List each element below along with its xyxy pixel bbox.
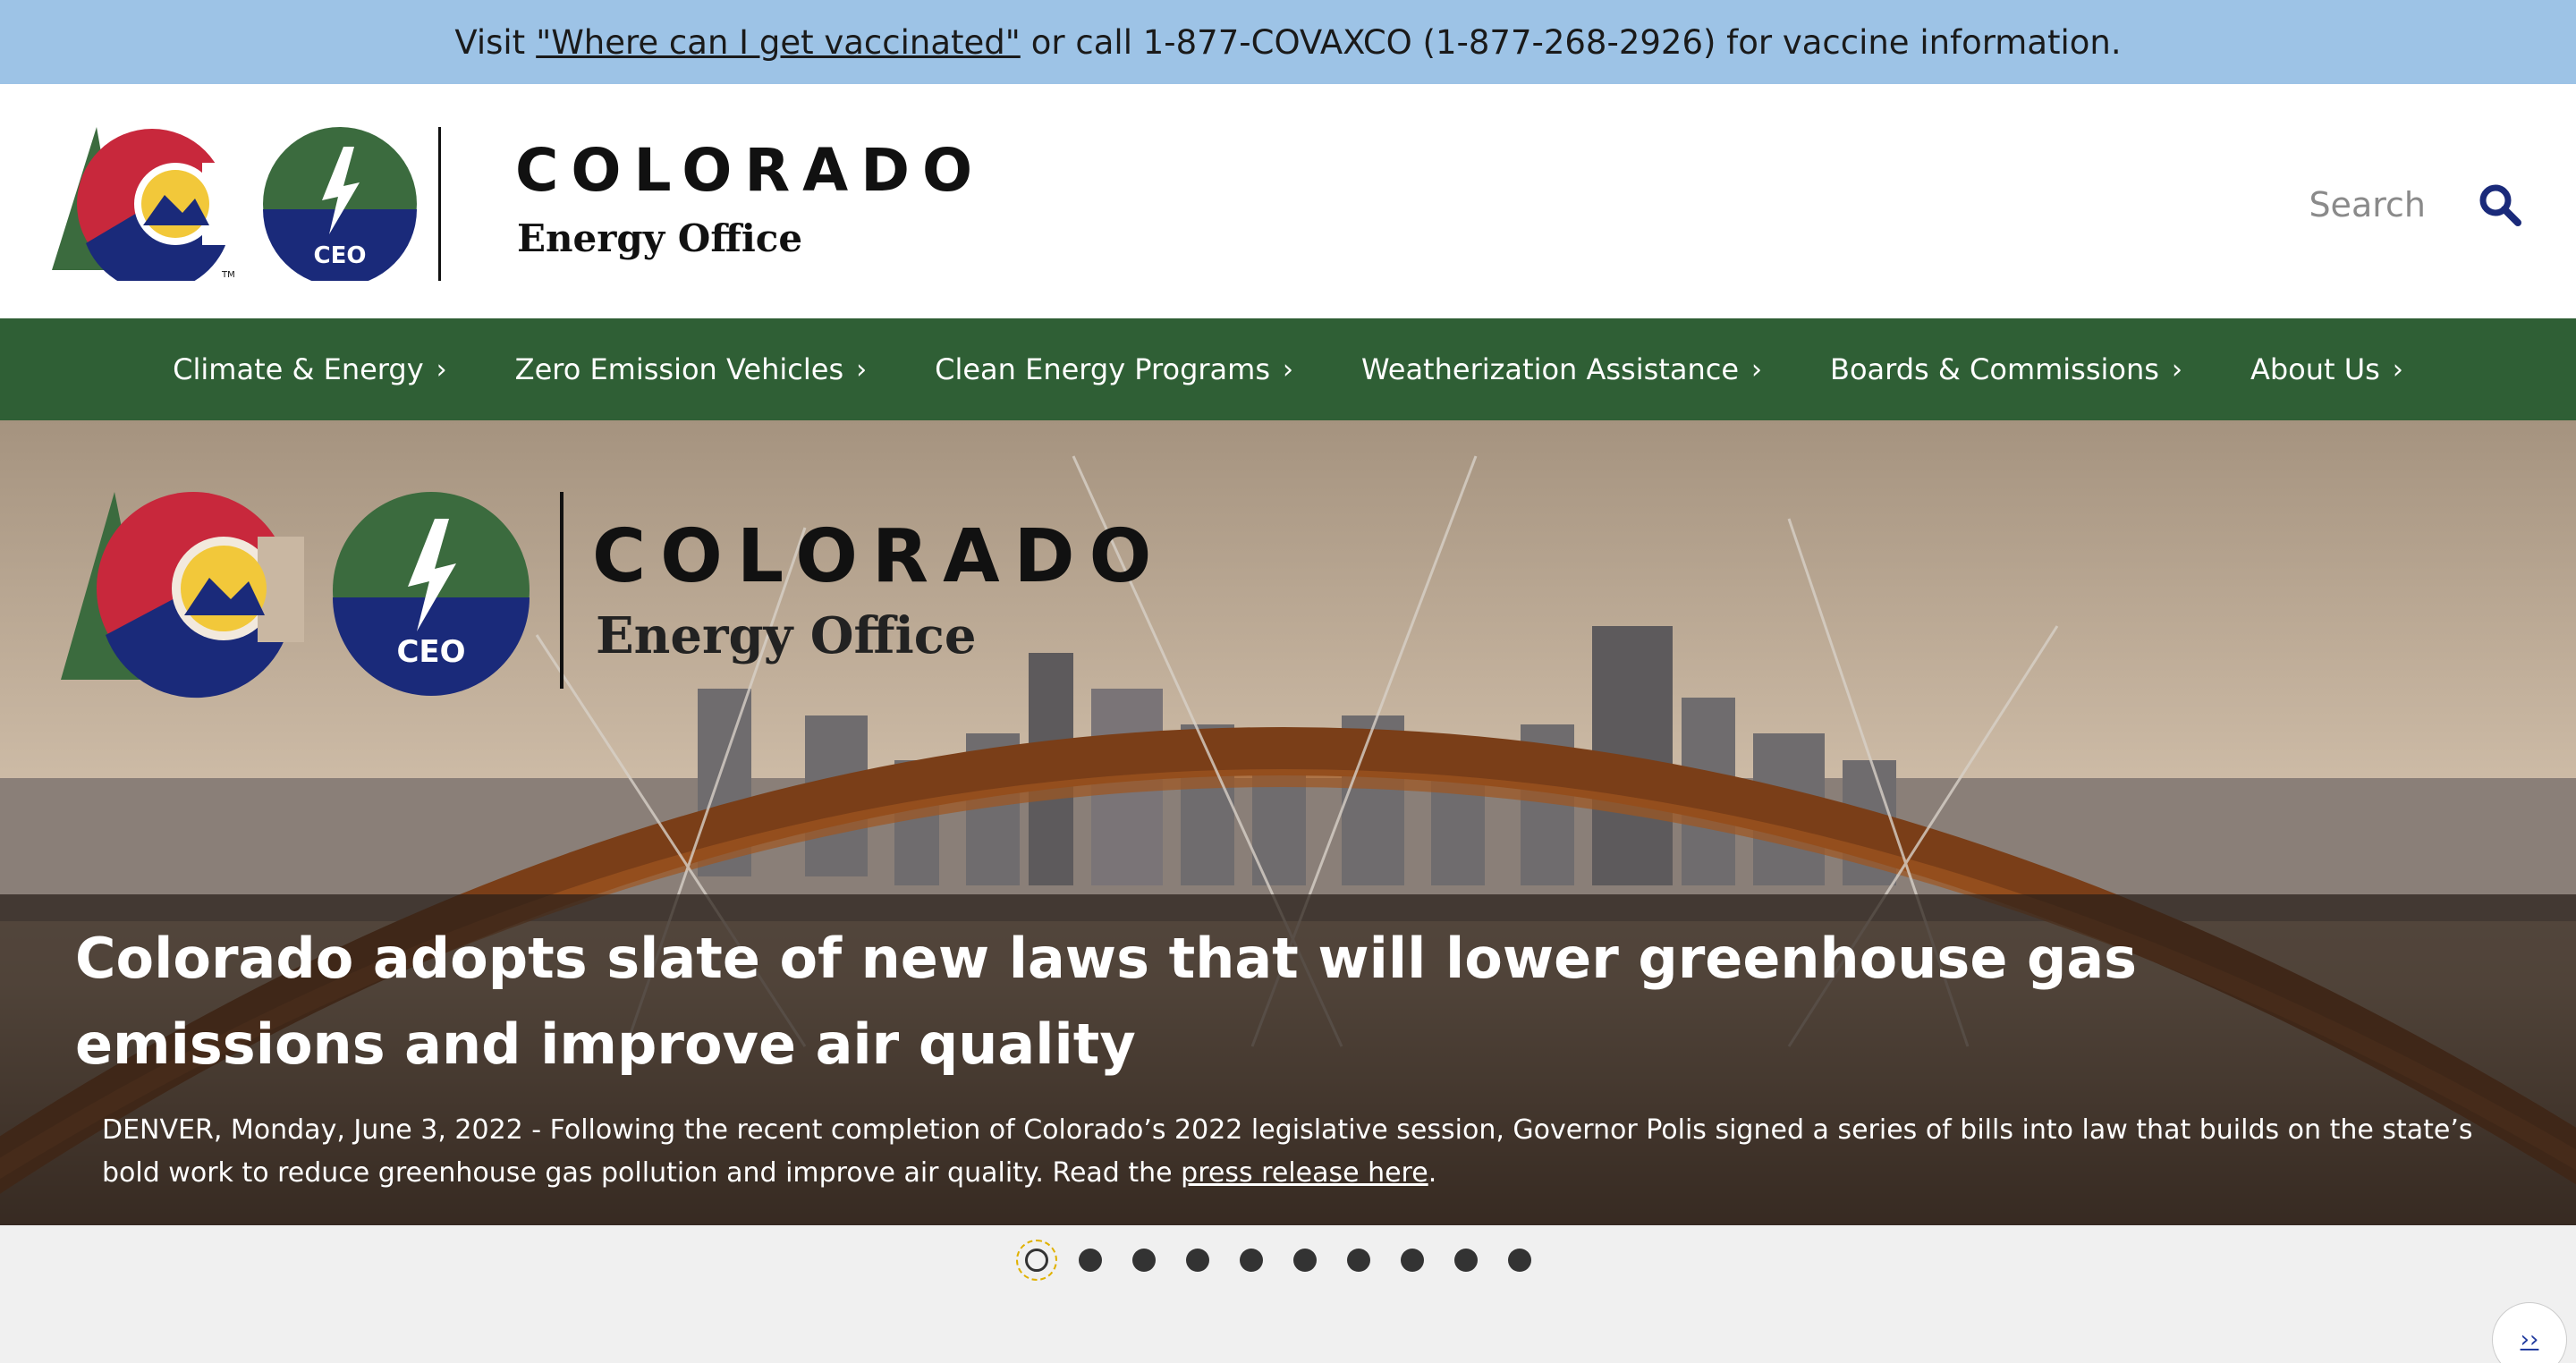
main-navigation: Climate & Energy › Zero Emission Vehicle… — [0, 318, 2576, 420]
chevron-right-icon: › — [1751, 353, 1762, 385]
nav-climate-energy[interactable]: Climate & Energy › — [139, 352, 480, 386]
carousel-dot-10[interactable] — [1508, 1249, 1531, 1272]
carousel-controls: ›› — [0, 1225, 2576, 1363]
press-release-link[interactable]: press release here — [1181, 1157, 1428, 1189]
hero-brand-subtitle: Energy Office — [596, 606, 976, 665]
slide-caption: Colorado adopts slate of new laws that w… — [0, 894, 2576, 1225]
chevron-right-icon: › — [856, 353, 868, 385]
slide-body-period: . — [1428, 1157, 1437, 1189]
chevron-right-icon: › — [1282, 353, 1293, 385]
nav-label: About Us — [2250, 352, 2380, 386]
search-input[interactable] — [2211, 185, 2426, 224]
vaccine-alert-banner: Visit "Where can I get vaccinated" or ca… — [0, 0, 2576, 84]
carousel-dot-4[interactable] — [1186, 1249, 1209, 1272]
nav-label: Boards & Commissions — [1830, 352, 2159, 386]
nav-about-us[interactable]: About Us › — [2216, 352, 2437, 386]
site-logo[interactable]: TM CEO COLORADO Energy Office — [50, 127, 972, 292]
nav-clean-energy-programs[interactable]: Clean Energy Programs › — [901, 352, 1327, 386]
alert-prefix: Visit — [454, 22, 526, 62]
tm-mark: TM — [221, 270, 235, 280]
chevron-right-icon: › — [2392, 353, 2403, 385]
colorado-ceo-logo-icon: TM CEO — [52, 127, 441, 292]
brand-name: COLORADO — [515, 136, 986, 205]
nav-label: Weatherization Assistance — [1360, 352, 1739, 386]
carousel-dot-5[interactable] — [1240, 1249, 1263, 1272]
slide-title: Colorado adopts slate of new laws that w… — [75, 926, 2138, 1077]
nav-label: Climate & Energy — [173, 352, 424, 386]
nav-label: Zero Emission Vehicles — [514, 352, 844, 386]
brand-subtitle: Energy Office — [517, 216, 803, 260]
hero-brand-name: COLORADO — [592, 514, 1165, 599]
carousel-dot-6[interactable] — [1293, 1249, 1317, 1272]
ceo-badge-text: CEO — [314, 242, 367, 269]
vaccine-link[interactable]: "Where can I get vaccinated" — [536, 23, 1021, 62]
chevron-right-icon: › — [2171, 353, 2182, 385]
carousel-pagination — [1016, 1240, 1562, 1281]
carousel-next-button[interactable]: ›› — [2492, 1302, 2567, 1363]
chevron-right-icon: › — [436, 353, 447, 385]
site-search — [2211, 179, 2526, 231]
nav-weatherization-assistance[interactable]: Weatherization Assistance › — [1327, 352, 1796, 386]
carousel-dot-2[interactable] — [1079, 1249, 1102, 1272]
hero-carousel-slide: CEO COLORADO Energy Office Colorado adop… — [0, 420, 2576, 1225]
carousel-dot-9[interactable] — [1454, 1249, 1478, 1272]
carousel-dot-3[interactable] — [1132, 1249, 1156, 1272]
nav-zero-emission-vehicles[interactable]: Zero Emission Vehicles › — [481, 352, 901, 386]
carousel-dot-1[interactable] — [1016, 1240, 1057, 1281]
hero-ceo-badge-text: CEO — [396, 634, 465, 670]
site-header: TM CEO COLORADO Energy Office — [0, 84, 2576, 318]
search-icon — [2479, 184, 2521, 226]
carousel-dot-7[interactable] — [1347, 1249, 1370, 1272]
search-button[interactable] — [2474, 179, 2526, 231]
nav-boards-commissions[interactable]: Boards & Commissions › — [1796, 352, 2216, 386]
nav-label: Clean Energy Programs — [935, 352, 1270, 386]
carousel-dot-8[interactable] — [1401, 1249, 1424, 1272]
alert-suffix: or call 1-877-COVAXCO (1-877-268-2926) f… — [1030, 22, 2122, 62]
slide-body: DENVER, Monday, June 3, 2022 - Following… — [102, 1109, 2517, 1195]
